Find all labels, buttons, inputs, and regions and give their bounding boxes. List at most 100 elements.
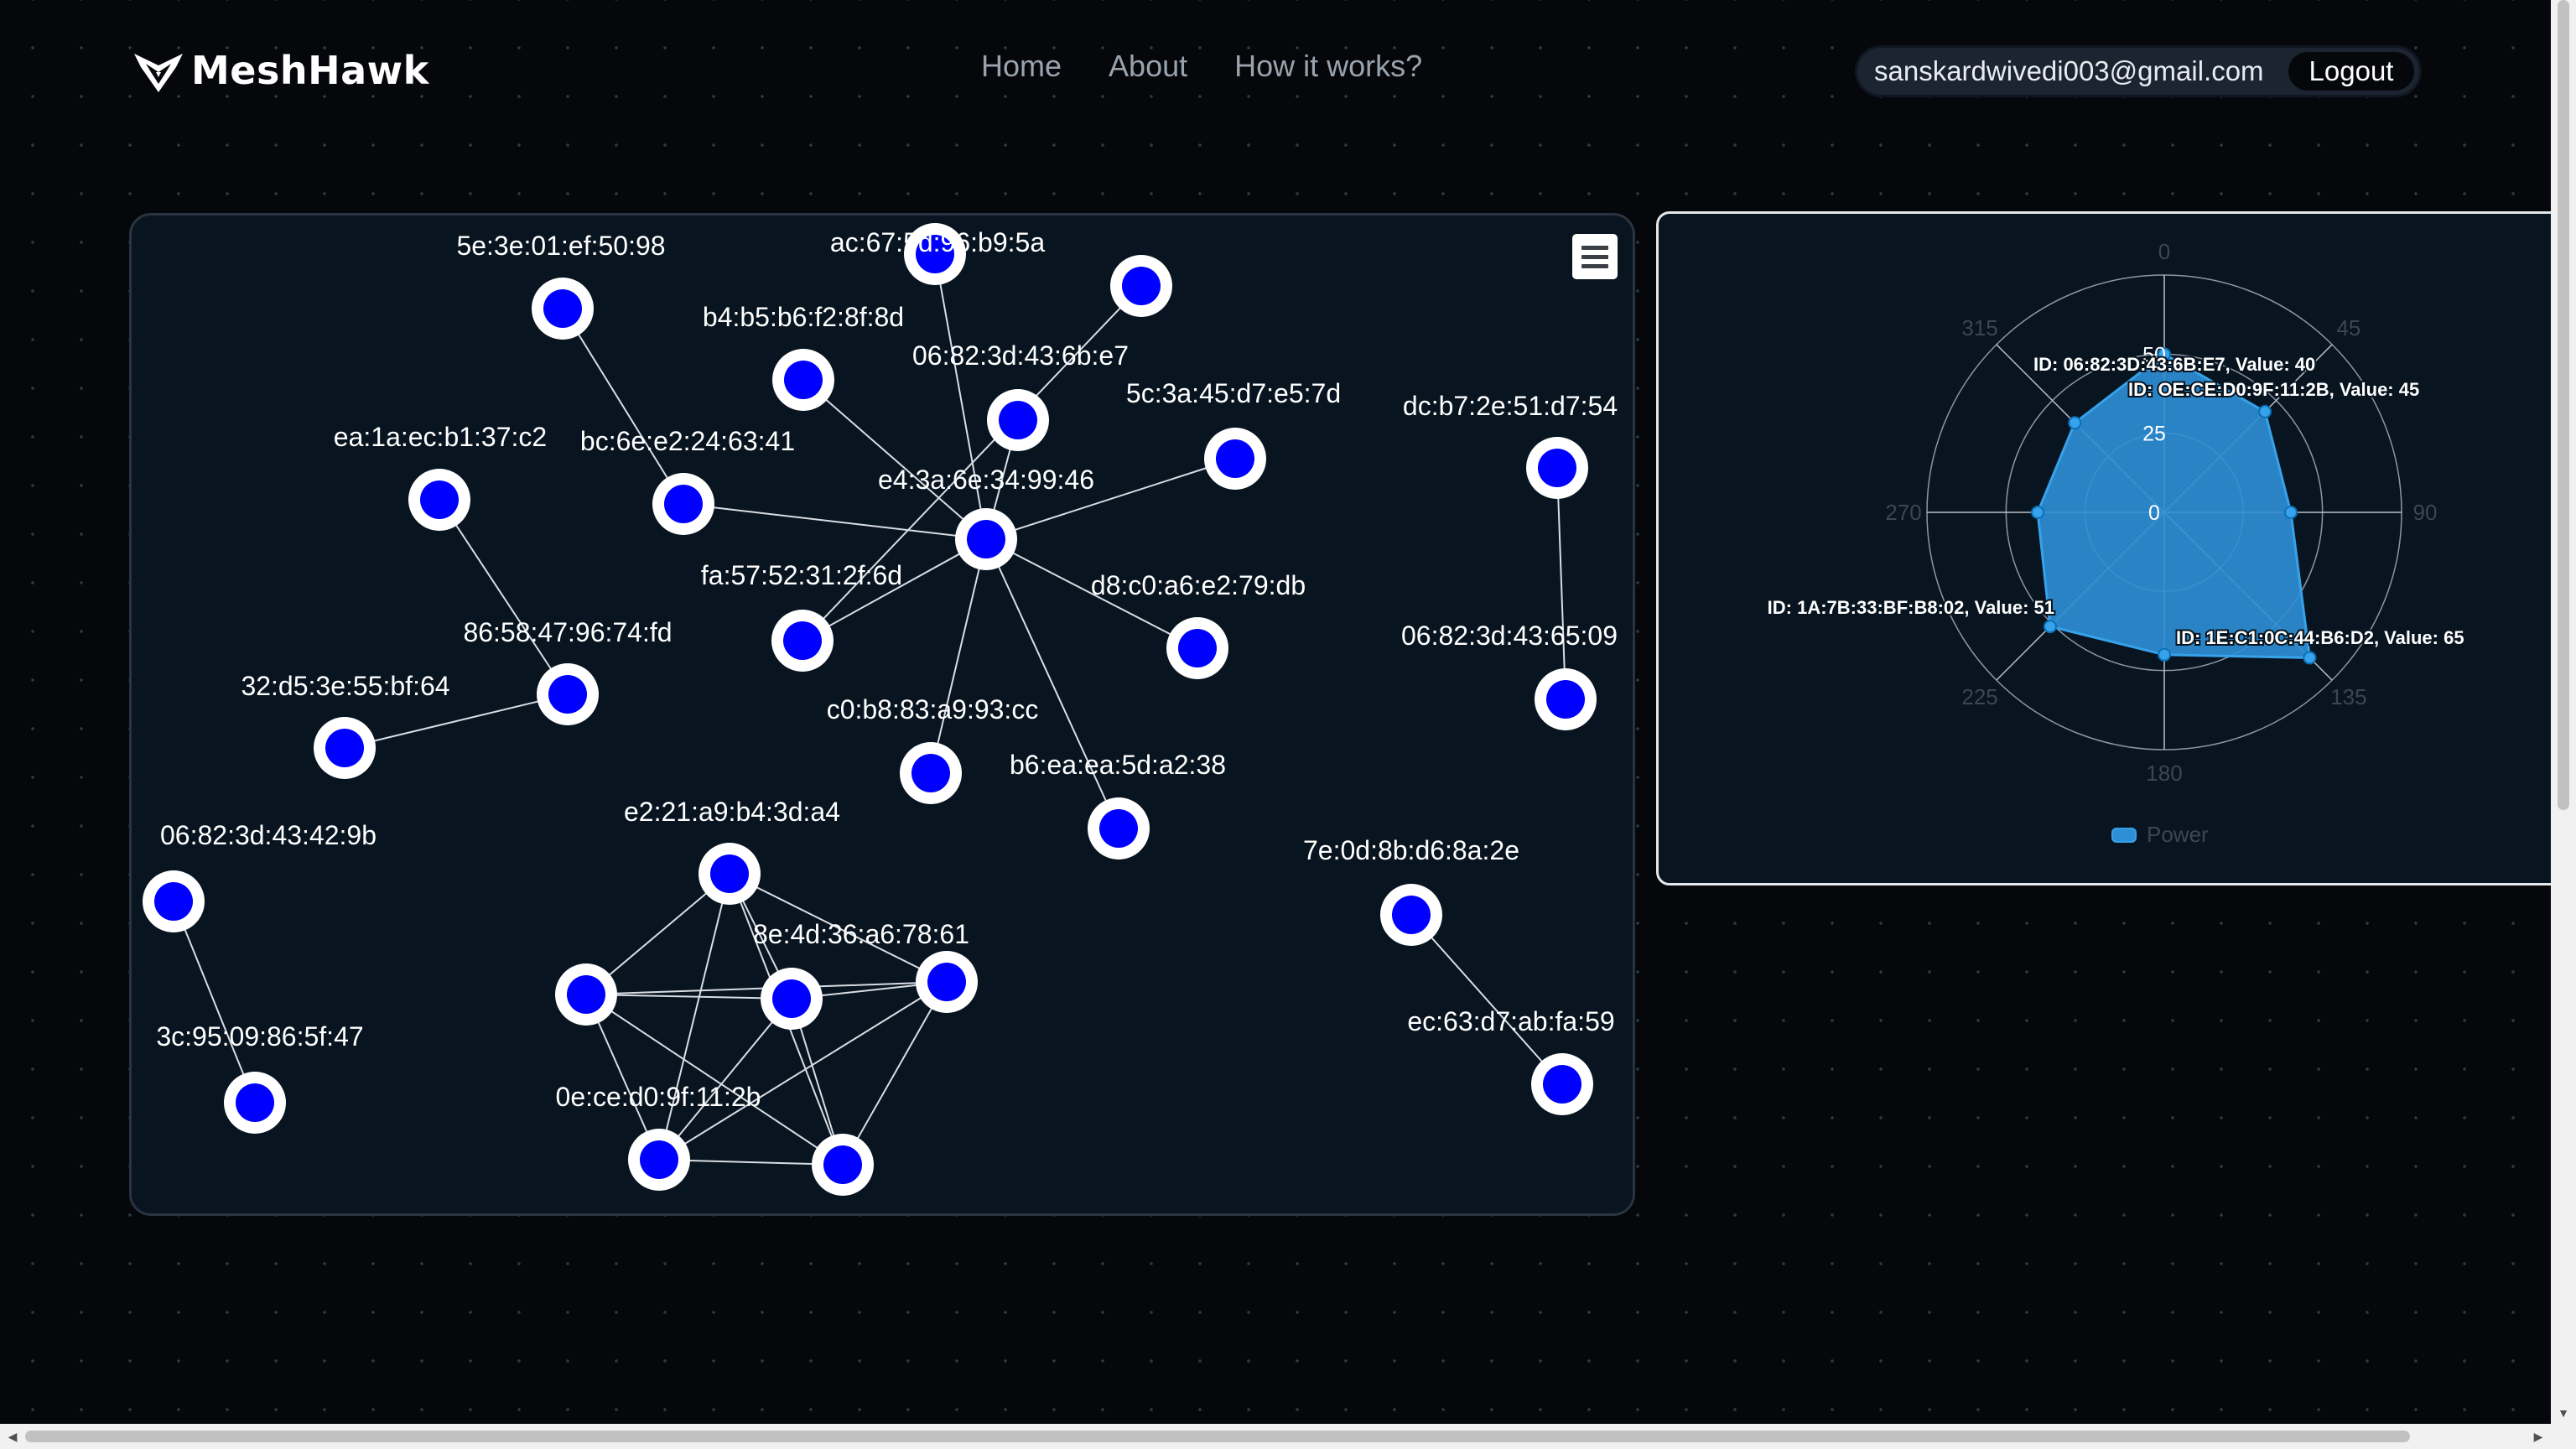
scroll-left-arrow-icon[interactable]: ◀ — [0, 1424, 25, 1449]
node-dot — [420, 480, 459, 519]
node-dot — [927, 963, 966, 1001]
radar-point-annotation: ID: OE:CE:D0:9F:11:2B, Value: 45 — [2128, 379, 2419, 400]
radar-angle-tick: 270 — [1885, 500, 1921, 525]
node-dot — [1546, 680, 1585, 719]
graph-edge — [934, 253, 987, 540]
network-graph[interactable]: 5e:3e:01:ef:50:98 ac:67:5d:96:b9:5a b4:b5:… — [132, 216, 1635, 1216]
radar-angle-tick: 90 — [2413, 500, 2438, 525]
legend-swatch — [2111, 828, 2137, 843]
radar-data-point — [2068, 416, 2082, 430]
node-label: 7e:0d:8b:d6:8a:2e — [1303, 835, 1519, 865]
graph-node[interactable] — [408, 469, 470, 531]
node-dot — [154, 882, 193, 921]
radar-legend[interactable]: Power — [2111, 822, 2209, 847]
node-label: 86:58:47:96:74:fd — [463, 617, 672, 647]
node-dot — [1122, 267, 1161, 305]
graph-node[interactable] — [143, 870, 205, 932]
graph-labels: 5e:3e:01:ef:50:98 ac:67:5d:96:b9:5a b4:b5:… — [156, 227, 1618, 1112]
node-label: 32:d5:3e:55:bf:64 — [241, 671, 449, 701]
power-radar-chart: 0459013518022527031502550ID: 06:82:3D:43… — [1766, 239, 2466, 847]
node-dot — [1543, 1065, 1581, 1104]
graph-node[interactable] — [987, 389, 1049, 451]
graph-node[interactable] — [1526, 437, 1588, 499]
radar-point-annotation: ID: 06:82:3D:43:6B:E7, Value: 40 — [2033, 354, 2315, 375]
node-label: 5e:3e:01:ef:50:98 — [456, 231, 665, 261]
nav-how-it-works-link[interactable]: How it works? — [1234, 49, 1422, 84]
radar-angle-tick: 45 — [2336, 315, 2360, 340]
radar-radial-tick: 25 — [2142, 423, 2166, 446]
graph-node[interactable] — [1166, 617, 1228, 679]
graph-edge — [842, 981, 948, 1166]
node-label: c0:b8:83:a9:93:cc — [827, 694, 1039, 724]
graph-edge — [439, 499, 569, 695]
vertical-scroll-thumb[interactable] — [2558, 0, 2569, 810]
logout-button[interactable]: Logout — [2288, 52, 2414, 91]
node-label: e2:21:a9:b4:3d:a4 — [624, 797, 840, 827]
graph-node[interactable] — [537, 663, 599, 725]
graph-node[interactable] — [916, 951, 978, 1013]
menu-icon — [1581, 245, 1608, 250]
graph-edge — [1410, 914, 1563, 1085]
node-dot — [1178, 629, 1217, 667]
graph-node[interactable] — [1110, 255, 1172, 317]
graph-node[interactable] — [1380, 884, 1442, 946]
node-dot — [784, 361, 823, 399]
network-graph-panel: 5e:3e:01:ef:50:98 ac:67:5d:96:b9:5a b4:b5:… — [129, 213, 1635, 1216]
scroll-down-arrow-icon[interactable]: ▼ — [2551, 1400, 2576, 1426]
node-label: ea:1a:ec:b1:37:c2 — [334, 422, 547, 452]
node-label: b4:b5:b6:f2:8f:8d — [703, 302, 904, 332]
scroll-right-arrow-icon[interactable]: ▶ — [2526, 1424, 2551, 1449]
node-dot — [999, 401, 1037, 439]
node-label: fa:57:52:31:2f:6d — [701, 560, 902, 590]
graph-node[interactable] — [1088, 797, 1150, 860]
graph-edge — [1556, 467, 1566, 700]
graph-node[interactable] — [955, 508, 1017, 570]
graph-node[interactable] — [532, 278, 594, 340]
node-label: e4:3a:6e:34:99:46 — [878, 465, 1094, 495]
radar-data-point — [2283, 506, 2298, 519]
graph-node[interactable] — [772, 349, 834, 411]
graph-edge — [802, 379, 987, 540]
node-label: dc:b7:2e:51:d7:54 — [1403, 391, 1618, 421]
graph-node[interactable] — [699, 843, 761, 905]
node-dot — [823, 1145, 862, 1184]
radar-data-point — [2303, 651, 2317, 665]
graph-node[interactable] — [555, 963, 617, 1026]
user-account-pill: sanskardwivedi003@gmail.com Logout — [1855, 45, 2422, 97]
nav-about-link[interactable]: About — [1109, 49, 1187, 84]
graph-node[interactable] — [761, 968, 823, 1030]
graph-node[interactable] — [1531, 1053, 1593, 1115]
node-label: b6:ea:ea:5d:a2:38 — [1010, 750, 1226, 780]
radar-data-point — [2031, 506, 2045, 519]
graph-node[interactable] — [224, 1072, 286, 1134]
radar-point-annotation: ID: 1A:7B:33:BF:B8:02, Value: 51 — [1768, 597, 2054, 618]
graph-node[interactable] — [1535, 668, 1597, 730]
radar-angle-tick: 225 — [1961, 684, 1997, 709]
graph-node[interactable] — [900, 742, 962, 804]
brand-logo[interactable]: MeshHawk — [132, 44, 429, 97]
node-dot — [1538, 449, 1576, 487]
graph-node[interactable] — [628, 1129, 690, 1191]
horizontal-scroll-thumb[interactable] — [25, 1431, 2410, 1442]
node-dot — [1099, 809, 1138, 848]
brand-name: MeshHawk — [191, 48, 429, 93]
node-dot — [1216, 439, 1254, 478]
graph-edge — [683, 503, 987, 540]
graph-node[interactable] — [652, 473, 714, 535]
horizontal-scrollbar[interactable]: ◀ ▶ — [0, 1424, 2576, 1449]
radar-data-point — [2158, 647, 2171, 662]
graph-node[interactable] — [314, 717, 376, 779]
radar-radial-tick: 0 — [2148, 501, 2160, 525]
graph-edge — [344, 693, 569, 749]
nav-home-link[interactable]: Home — [981, 49, 1062, 84]
graph-node[interactable] — [771, 610, 834, 672]
graph-menu-button[interactable] — [1572, 234, 1618, 279]
graph-node[interactable] — [1204, 428, 1266, 490]
node-label: bc:6e:e2:24:63:41 — [580, 426, 795, 456]
radar-angle-tick: 0 — [2158, 239, 2170, 264]
user-email: sanskardwivedi003@gmail.com — [1874, 55, 2264, 86]
vertical-scrollbar[interactable]: ▼ — [2551, 0, 2576, 1426]
graph-node[interactable] — [812, 1134, 874, 1196]
graph-edge — [562, 308, 684, 505]
node-label: 5c:3a:45:d7:e5:7d — [1126, 378, 1341, 408]
